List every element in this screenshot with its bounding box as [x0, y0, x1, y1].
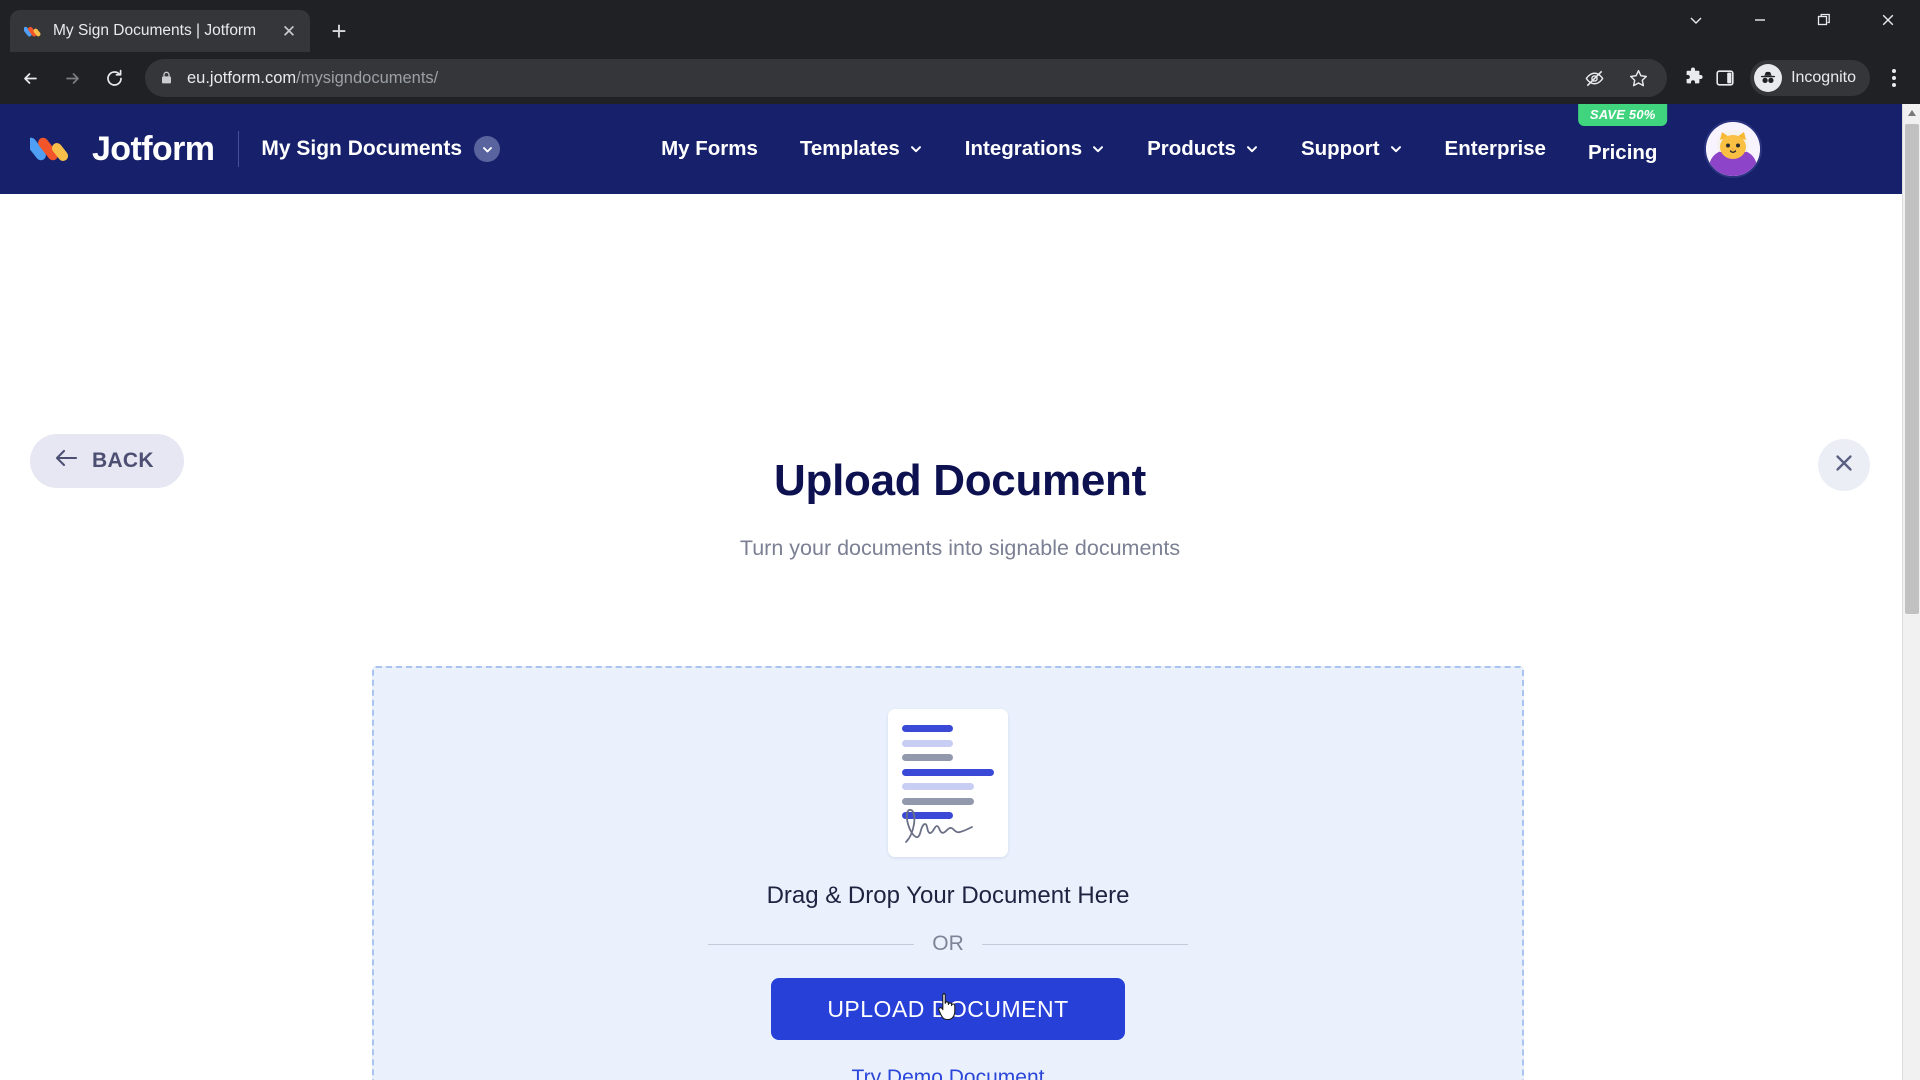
incognito-profile-chip[interactable]: Incognito	[1750, 60, 1870, 96]
forward-button[interactable]	[52, 58, 92, 98]
chevron-down-icon	[909, 142, 923, 156]
drag-drop-label: Drag & Drop Your Document Here	[766, 882, 1130, 909]
minimize-icon[interactable]	[1728, 0, 1792, 40]
signature-icon	[900, 804, 998, 849]
url-text: eu.jotform.com/mysigndocuments/	[187, 69, 438, 88]
signed-document-icon	[888, 709, 1008, 857]
tab-strip: My Sign Documents | Jotform ✕ +	[0, 0, 356, 52]
browser-window: My Sign Documents | Jotform ✕ + eu.jotfo…	[0, 0, 1920, 1080]
tab-close-icon[interactable]: ✕	[278, 20, 300, 42]
upload-document-button[interactable]: UPLOAD DOCUMENT	[771, 978, 1125, 1040]
context-label: My Sign Documents	[261, 137, 463, 160]
try-demo-document-link[interactable]: Try Demo Document	[852, 1066, 1045, 1080]
main-navigation: My Forms Templates Integrations Products…	[640, 104, 1678, 194]
or-label: OR	[932, 932, 964, 955]
eye-slash-icon[interactable]	[1579, 63, 1609, 93]
save-badge: SAVE 50%	[1577, 104, 1668, 126]
page-viewport: Jotform My Sign Documents My Forms Templ…	[0, 104, 1920, 1080]
page-content: BACK Upload Document Turn your documents…	[0, 194, 1920, 1080]
incognito-label: Incognito	[1791, 69, 1856, 86]
divider-line-right	[981, 943, 1188, 945]
window-controls	[1664, 0, 1920, 40]
nav-item-my-forms[interactable]: My Forms	[640, 104, 779, 194]
omnibox-actions	[1579, 63, 1653, 93]
tab-title: My Sign Documents | Jotform	[53, 22, 257, 39]
kebab-dot	[1892, 76, 1896, 80]
browser-titlebar: My Sign Documents | Jotform ✕ +	[0, 0, 1920, 52]
chevron-down-icon	[1245, 142, 1259, 156]
nav-item-integrations[interactable]: Integrations	[944, 104, 1126, 194]
upload-dropzone[interactable]: Drag & Drop Your Document Here OR UPLOAD…	[372, 666, 1524, 1080]
restore-icon[interactable]	[1792, 0, 1856, 40]
header-divider	[238, 131, 240, 167]
scrollbar-thumb[interactable]	[1905, 124, 1919, 614]
scroll-up-arrow-icon[interactable]	[1903, 104, 1920, 122]
or-divider: OR	[708, 932, 1188, 956]
incognito-icon	[1754, 64, 1783, 92]
back-button-page[interactable]: BACK	[30, 434, 184, 488]
divider-line-left	[708, 943, 915, 945]
jotform-logo-icon	[26, 128, 78, 170]
kebab-dot	[1892, 69, 1896, 73]
close-icon	[1833, 452, 1855, 479]
browser-menu-button[interactable]	[1876, 60, 1912, 96]
nav-item-templates[interactable]: Templates	[779, 104, 944, 194]
bookmark-star-icon[interactable]	[1623, 63, 1653, 93]
site-header: Jotform My Sign Documents My Forms Templ…	[0, 104, 1920, 194]
avatar	[1704, 120, 1763, 178]
back-button-label: BACK	[92, 449, 154, 472]
nav-label: Products	[1147, 137, 1236, 160]
jotform-wordmark: Jotform	[92, 129, 215, 168]
nav-label: Pricing	[1587, 141, 1658, 164]
brand-logo[interactable]: Jotform	[26, 128, 215, 170]
page-scrollbar[interactable]	[1902, 104, 1920, 1080]
chevron-down-icon	[474, 136, 501, 162]
nav-item-support[interactable]: Support	[1280, 104, 1424, 194]
page-title: Upload Document	[774, 456, 1146, 505]
address-bar[interactable]: eu.jotform.com/mysigndocuments/	[145, 59, 1668, 97]
nav-item-enterprise[interactable]: Enterprise	[1424, 104, 1567, 194]
nav-label: Integrations	[964, 137, 1083, 160]
jotform-favicon-icon	[23, 22, 43, 41]
nav-label: Templates	[799, 137, 900, 160]
page-subtitle: Turn your documents into signable docume…	[739, 536, 1181, 560]
lock-icon	[159, 70, 175, 86]
url-path: /mysigndocuments/	[296, 68, 439, 87]
arrow-left-icon	[54, 449, 78, 473]
new-tab-button[interactable]: +	[322, 14, 356, 48]
extensions-icon[interactable]	[1678, 63, 1708, 93]
back-button[interactable]	[10, 58, 50, 98]
context-switcher[interactable]: My Sign Documents	[261, 136, 501, 162]
nav-item-products[interactable]: Products	[1126, 104, 1280, 194]
nav-label: Enterprise	[1444, 137, 1546, 160]
side-panel-icon[interactable]	[1710, 63, 1740, 93]
nav-label: My Forms	[661, 137, 758, 160]
chevron-down-icon	[1389, 142, 1403, 156]
nav-item-pricing[interactable]: SAVE 50% Pricing	[1567, 104, 1679, 194]
kebab-dot	[1892, 83, 1896, 87]
browser-tab[interactable]: My Sign Documents | Jotform ✕	[10, 10, 310, 52]
nav-label: Support	[1300, 137, 1380, 160]
close-button[interactable]	[1818, 439, 1870, 491]
avatar-wrapper[interactable]	[1704, 120, 1763, 178]
url-host: eu.jotform.com	[187, 68, 297, 87]
browser-toolbar: eu.jotform.com/mysigndocuments/ Incognit…	[0, 52, 1920, 104]
chevron-down-icon	[1091, 142, 1105, 156]
reload-button[interactable]	[94, 58, 134, 98]
close-icon[interactable]	[1856, 0, 1920, 40]
chevron-down-icon[interactable]	[1664, 0, 1728, 40]
